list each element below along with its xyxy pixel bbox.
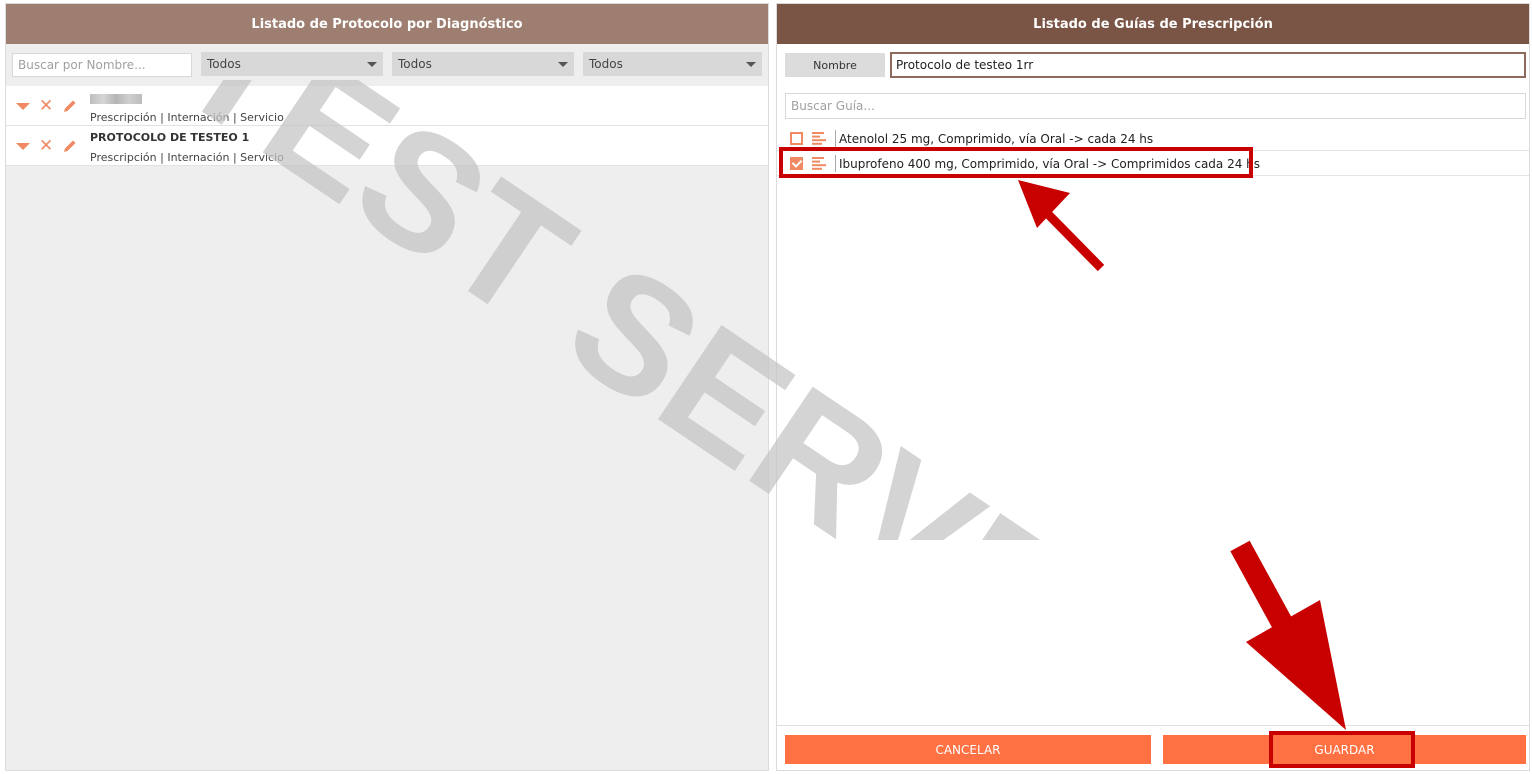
filter-select-1-value: Todos (207, 57, 241, 71)
guide-checkbox[interactable] (790, 132, 803, 145)
align-left-icon (812, 132, 826, 145)
expand-icon[interactable] (16, 102, 30, 110)
app-root: Listado de Protocolo por Diagnóstico Tod… (0, 0, 1532, 774)
row-actions: ✕ (16, 138, 78, 155)
guides-panel-title: Listado de Guías de Prescripción (777, 4, 1529, 44)
filter-select-2-value: Todos (398, 57, 432, 71)
prescription-guides-panel: Listado de Guías de Prescripción Nombre … (776, 3, 1530, 771)
protocol-name: PROTOCOLO DE TESTEO 1 (90, 131, 250, 144)
protocol-subtitle: Prescripción | Internación | Servicio (90, 111, 284, 124)
protocol-list-panel: Listado de Protocolo por Diagnóstico Tod… (5, 3, 769, 771)
protocol-subtitle: Prescripción | Internación | Servicio (90, 151, 284, 164)
blurred-protocol-name (90, 94, 142, 104)
guide-search-input[interactable] (785, 93, 1526, 119)
divider (835, 130, 836, 147)
delete-icon[interactable]: ✕ (39, 138, 53, 155)
protocol-name-input[interactable] (890, 52, 1526, 78)
filter-select-3[interactable]: Todos (583, 52, 762, 76)
save-button[interactable]: GUARDAR (1163, 735, 1526, 764)
chevron-down-icon (558, 61, 568, 67)
name-label: Nombre (785, 53, 885, 77)
guide-text: Ibuprofeno 400 mg, Comprimido, vía Oral … (839, 157, 1261, 171)
chevron-down-icon (367, 61, 377, 67)
filter-select-2[interactable]: Todos (392, 52, 574, 76)
protocol-list: ✕ Prescripción | Internación | Servicio … (6, 86, 768, 166)
table-row[interactable]: Ibuprofeno 400 mg, Comprimido, vía Oral … (777, 151, 1529, 176)
footer-divider (777, 725, 1529, 726)
search-by-name-input[interactable] (12, 53, 192, 77)
list-item[interactable]: ✕ PROTOCOLO DE TESTEO 1 Prescripción | I… (6, 126, 768, 166)
filter-select-3-value: Todos (589, 57, 623, 71)
edit-icon[interactable] (62, 138, 78, 154)
cancel-button[interactable]: CANCELAR (785, 735, 1151, 764)
guide-checkbox-checked[interactable] (790, 157, 803, 170)
guide-text: Atenolol 25 mg, Comprimido, vía Oral -> … (839, 132, 1154, 146)
align-left-icon (812, 157, 826, 170)
guide-list: Atenolol 25 mg, Comprimido, vía Oral -> … (777, 126, 1529, 176)
list-item[interactable]: ✕ Prescripción | Internación | Servicio (6, 86, 768, 126)
protocol-panel-title: Listado de Protocolo por Diagnóstico (6, 4, 768, 44)
chevron-down-icon (746, 61, 756, 67)
row-actions: ✕ (16, 98, 78, 115)
edit-icon[interactable] (62, 98, 78, 114)
divider (835, 155, 836, 172)
expand-icon[interactable] (16, 142, 30, 150)
delete-icon[interactable]: ✕ (39, 98, 53, 115)
table-row[interactable]: Atenolol 25 mg, Comprimido, vía Oral -> … (777, 126, 1529, 151)
filter-select-1[interactable]: Todos (201, 52, 383, 76)
